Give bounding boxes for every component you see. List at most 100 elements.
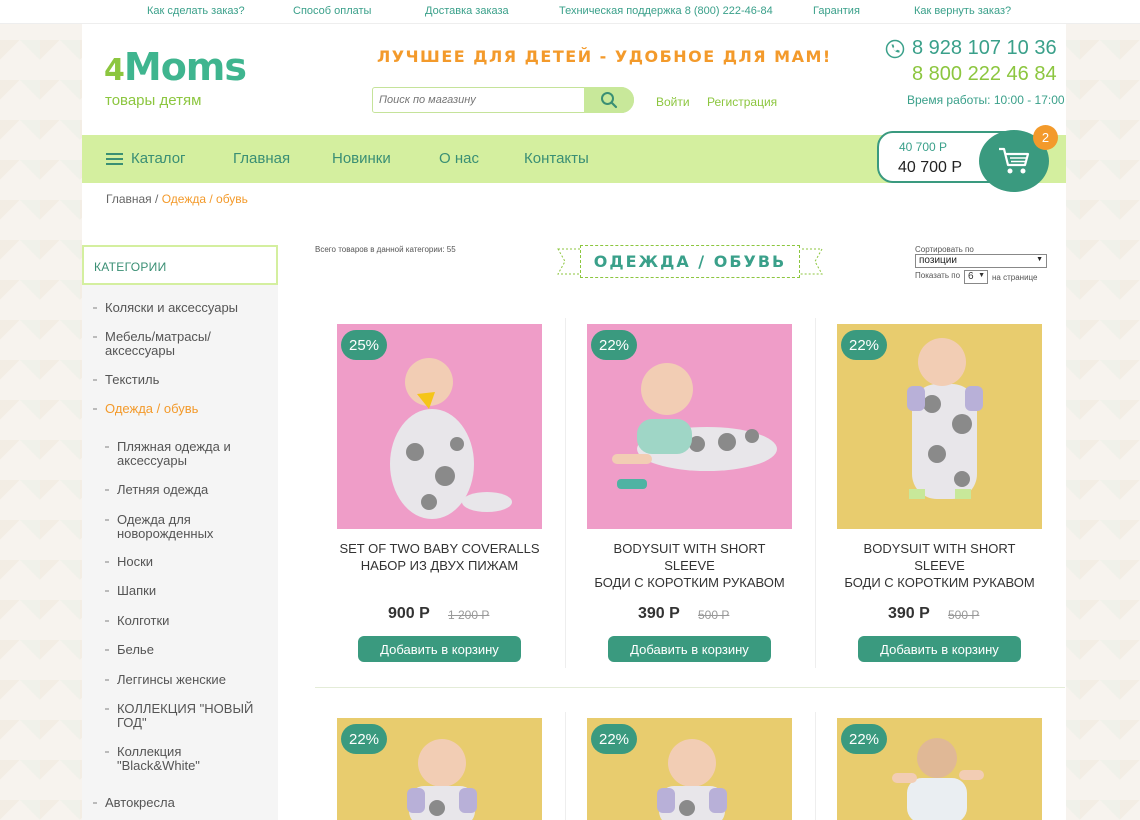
grid-divider <box>565 318 566 668</box>
breadcrumb: Главная / Одежда / обувь <box>106 192 248 206</box>
subcategory-item[interactable]: Пляжная одежда и аксессуары <box>105 440 257 468</box>
product-name-ru: БОДИ С КОРОТКИМ РУКАВОМ <box>844 575 1035 590</box>
cart-total: 40 700 Р <box>898 159 963 176</box>
product-name-en: BODYSUIT WITH SHORT SLEEVE <box>613 541 766 573</box>
nav-home[interactable]: Главная <box>233 150 290 167</box>
dropdown-arrow-icon: ▼ <box>978 272 985 279</box>
category-item-active[interactable]: Одежда / обувь <box>93 402 265 416</box>
category-item[interactable]: Текстиль <box>93 373 265 387</box>
product-image[interactable]: 22% <box>587 324 792 529</box>
subcategory-item[interactable]: Шапки <box>105 584 257 598</box>
product-name-ru: НАБОР ИЗ ДВУХ ПИЖАМ <box>360 558 519 573</box>
login-link[interactable]: Войти <box>656 95 690 109</box>
subcategory-item[interactable]: Белье <box>105 643 257 657</box>
logo-text: Moms <box>123 45 247 89</box>
sort-value: позиции <box>919 255 957 266</box>
phone-primary[interactable]: 8 928 107 10 36 <box>912 37 1057 60</box>
discount-badge: 22% <box>841 330 887 360</box>
cart-total-small: 40 700 Р <box>899 140 948 154</box>
top-link-payment[interactable]: Способ оплаты <box>293 5 371 17</box>
cart-icon <box>999 147 1030 174</box>
subcategory-item[interactable]: Колготки <box>105 614 257 628</box>
product-old-price: 500 Р <box>698 608 730 622</box>
per-page-value: 6 <box>968 271 974 282</box>
product-price: 390 Р <box>888 605 930 622</box>
product-price: 900 Р <box>388 605 430 622</box>
nav-catalog[interactable]: Каталог <box>131 150 186 167</box>
ribbon-right-decoration <box>797 248 823 275</box>
add-to-cart-button[interactable]: Добавить в корзину <box>358 636 521 662</box>
breadcrumb-current: Одежда / обувь <box>161 192 248 206</box>
per-page-label: Показать по <box>915 271 961 280</box>
product-image[interactable]: 22% <box>337 718 542 820</box>
sort-select[interactable]: позиции ▼ <box>915 254 1047 268</box>
product-old-price: 1 200 Р <box>448 608 490 622</box>
categories-heading: КАТЕГОРИИ <box>82 245 278 285</box>
subcategory-item[interactable]: Носки <box>105 555 257 569</box>
nav-contacts[interactable]: Контакты <box>524 150 589 167</box>
logo-subtitle: товары детям <box>105 92 202 109</box>
category-item[interactable]: Мебель/матрасы/ аксессуары <box>93 330 245 358</box>
top-link-support[interactable]: Техническая поддержка 8 (800) 222-46-84 <box>559 5 773 17</box>
discount-badge: 22% <box>841 724 887 754</box>
subcategory-item[interactable]: КОЛЛЕКЦИЯ "НОВЫЙ ГОД" <box>105 702 267 730</box>
top-link-returns[interactable]: Как вернуть заказ? <box>914 5 1011 17</box>
product-name-ru: БОДИ С КОРОТКИМ РУКАВОМ <box>594 575 785 590</box>
product-name[interactable]: BODYSUIT WITH SHORT SLEEVE БОДИ С КОРОТКИ… <box>837 540 1042 591</box>
dropdown-arrow-icon: ▼ <box>1036 256 1043 263</box>
add-to-cart-button[interactable]: Добавить в корзину <box>608 636 771 662</box>
search-input[interactable] <box>379 91 579 109</box>
nav-about[interactable]: О нас <box>439 150 479 167</box>
subcategory-item[interactable]: Летняя одежда <box>105 483 257 497</box>
header-slogan: ЛУЧШЕЕ ДЛЯ ДЕТЕЙ - УДОБНОЕ ДЛЯ МАМ! <box>377 47 832 66</box>
working-hours: Время работы: 10:00 - 17:00 <box>907 93 1065 107</box>
nav-new[interactable]: Новинки <box>332 150 391 167</box>
grid-divider <box>815 318 816 668</box>
category-sidebar: КАТЕГОРИИ Коляски и аксессуары Мебель/ма… <box>82 245 278 820</box>
breadcrumb-home[interactable]: Главная <box>106 192 152 206</box>
subcategory-item[interactable]: Леггинсы женские <box>105 673 267 687</box>
category-item[interactable]: Автокресла <box>93 796 265 810</box>
product-name[interactable]: SET OF TWO BABY COVERALLS НАБОР ИЗ ДВУХ П… <box>337 540 542 574</box>
register-link[interactable]: Регистрация <box>707 95 777 109</box>
total-products-text: Всего товаров в данной категории: 55 <box>315 245 456 254</box>
top-link-warranty[interactable]: Гарантия <box>813 5 860 17</box>
product-old-price: 500 Р <box>948 608 980 622</box>
per-page-suffix: на странице <box>992 273 1038 282</box>
product-image[interactable]: 22% <box>837 718 1042 820</box>
search-icon <box>601 92 618 109</box>
category-title: ОДЕЖДА / ОБУВЬ <box>580 245 800 278</box>
product-image[interactable]: 22% <box>587 718 792 820</box>
product-name[interactable]: BODYSUIT WITH SHORT SLEEVE БОДИ С КОРОТКИ… <box>587 540 792 591</box>
add-to-cart-button[interactable]: Добавить в корзину <box>858 636 1021 662</box>
product-price: 390 Р <box>638 605 680 622</box>
per-page-select[interactable]: 6 ▼ <box>964 270 988 284</box>
discount-badge: 22% <box>591 330 637 360</box>
menu-icon[interactable] <box>106 153 123 165</box>
product-name-en: BODYSUIT WITH SHORT SLEEVE <box>863 541 1016 573</box>
subcategory-item[interactable]: Одежда для новорожденных <box>105 513 237 541</box>
discount-badge: 25% <box>341 330 387 360</box>
breadcrumb-separator: / <box>151 192 162 206</box>
site-logo[interactable]: 4Moms <box>104 45 247 90</box>
cart-count-badge: 2 <box>1033 125 1058 150</box>
top-links-bar: Как сделать заказ? Способ оплаты Доставк… <box>0 0 1140 24</box>
phone-icon <box>885 39 905 59</box>
search-box <box>372 87 634 113</box>
sort-label: Сортировать по <box>915 245 974 254</box>
product-image[interactable]: 22% <box>837 324 1042 529</box>
grid-divider <box>565 712 566 820</box>
phone-secondary[interactable]: 8 800 222 46 84 <box>912 63 1057 86</box>
product-name-en: SET OF TWO BABY COVERALLS <box>339 541 540 556</box>
top-link-delivery[interactable]: Доставка заказа <box>425 5 509 17</box>
top-link-how-to-order[interactable]: Как сделать заказ? <box>147 5 245 17</box>
row-divider <box>315 687 1065 688</box>
category-item[interactable]: Коляски и аксессуары <box>93 301 265 315</box>
discount-badge: 22% <box>591 724 637 754</box>
grid-divider <box>815 712 816 820</box>
discount-badge: 22% <box>341 724 387 754</box>
logo-four: 4 <box>104 53 125 88</box>
subcategory-item[interactable]: Коллекция "Black&White" <box>105 745 237 773</box>
product-image[interactable]: 25% <box>337 324 542 529</box>
search-button[interactable] <box>584 87 634 113</box>
